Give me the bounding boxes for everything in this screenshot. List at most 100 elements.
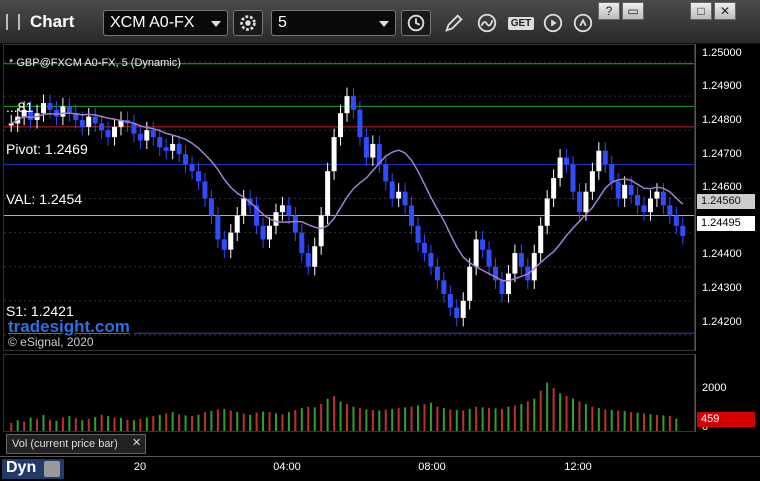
candle-body <box>305 253 311 267</box>
volume-bar <box>623 411 626 431</box>
candle-body <box>131 123 137 134</box>
candle-body <box>596 150 602 172</box>
volume-bar <box>100 414 103 431</box>
get-button[interactable]: GET <box>505 10 537 36</box>
volume-pane[interactable] <box>3 354 695 432</box>
volume-bar <box>513 405 516 431</box>
volume-bar <box>48 419 51 431</box>
close-icon[interactable]: ✕ <box>132 436 144 449</box>
volume-bar <box>81 420 84 431</box>
volume-bar <box>417 405 420 431</box>
candle-body <box>570 164 576 192</box>
play-button[interactable] <box>538 10 568 36</box>
symbol-combo[interactable]: XCM A0-FX <box>103 10 228 36</box>
candle-body <box>157 137 163 148</box>
candle-body <box>363 137 369 158</box>
candle-body <box>241 198 247 216</box>
volume-axis[interactable]: 2000 0 459 <box>695 354 757 433</box>
help-window-button[interactable]: ? <box>598 2 620 20</box>
candle-body <box>183 154 189 165</box>
toolbar-grip-icon[interactable] <box>6 14 20 30</box>
volume-study-label[interactable]: Vol (current price bar) <box>6 434 146 454</box>
help-button[interactable] <box>568 10 598 36</box>
candle-body <box>512 253 518 274</box>
price-tick: 1.25000 <box>702 47 742 59</box>
close-window-button[interactable]: ✕ <box>714 2 736 20</box>
volume-bar <box>397 408 400 431</box>
interval-combo[interactable]: 5 <box>271 10 396 36</box>
volume-bar <box>404 407 407 431</box>
draw-button[interactable] <box>439 10 469 36</box>
volume-bar <box>55 420 58 431</box>
volume-bar <box>74 418 77 431</box>
price-tag-upper: 1.24560 <box>697 194 755 209</box>
candle-body <box>79 120 85 127</box>
candle-body <box>583 191 589 213</box>
candle-body <box>518 253 524 267</box>
price-tick: 1.24700 <box>702 148 742 160</box>
settings-button[interactable] <box>233 10 263 36</box>
volume-bar <box>565 396 568 431</box>
volume-bar <box>152 416 155 431</box>
volume-bar <box>294 410 297 431</box>
get-icon: GET <box>507 16 535 30</box>
volume-bar <box>203 412 206 431</box>
volume-bar <box>178 414 181 431</box>
candle-body <box>137 133 143 141</box>
studies-button[interactable] <box>472 10 502 36</box>
toolbar: Chart XCM A0-FX 5 GET ? ▭ □ ✕ <box>0 0 760 44</box>
brand-link[interactable]: tradesight.com <box>8 317 130 337</box>
volume-bar <box>287 412 290 431</box>
volume-bar <box>300 408 303 431</box>
volume-bar <box>617 410 620 431</box>
candle-body <box>396 191 402 199</box>
volume-bar <box>655 414 658 431</box>
time-button[interactable] <box>401 10 431 36</box>
price-tick: 1.24400 <box>702 248 742 260</box>
volume-bar <box>229 410 232 431</box>
volume-bar <box>507 406 510 431</box>
time-axis[interactable]: 20 04:00 08:00 12:00 <box>0 456 760 481</box>
copyright: © eSignal, 2020 <box>8 335 94 349</box>
candle-body <box>60 106 66 117</box>
price-axis[interactable]: 1.25000 1.24900 1.24800 1.24700 1.24600 … <box>695 44 757 351</box>
candle-body <box>228 232 234 250</box>
volume-bar <box>268 412 271 431</box>
candle-body <box>286 205 292 216</box>
volume-bar <box>358 408 361 431</box>
candle-body <box>318 215 324 247</box>
volume-bar <box>320 404 323 431</box>
candle-body <box>409 205 415 226</box>
candle-body <box>441 280 447 295</box>
volume-bar <box>145 417 148 431</box>
candle-body <box>350 96 356 110</box>
maximize-window-button[interactable]: □ <box>690 2 712 20</box>
volume-bar <box>546 382 549 431</box>
volume-bar <box>436 406 439 431</box>
candle-body <box>325 171 331 216</box>
candle-body <box>673 215 679 226</box>
volume-bar <box>610 410 613 431</box>
moving-average-line <box>10 112 684 282</box>
volume-bar <box>391 408 394 431</box>
candle-body <box>589 171 595 192</box>
restore-window-button[interactable]: ▭ <box>622 2 644 20</box>
price-tick: 1.24600 <box>702 181 742 193</box>
candle-body <box>538 225 544 254</box>
candle-body <box>208 198 214 216</box>
candle-body <box>312 246 318 267</box>
volume-bar <box>584 404 587 431</box>
link-icon[interactable] <box>44 461 60 477</box>
candle-body <box>667 205 673 216</box>
volume-bar <box>313 407 316 431</box>
candle-body <box>112 126 118 138</box>
volume-bar <box>16 420 19 431</box>
volume-bar <box>242 413 245 431</box>
time-tick: 12:00 <box>564 461 592 473</box>
price-chart-pane[interactable]: * GBP@FXCM A0-FX, 5 (Dynamic) ...81 Pivo… <box>3 44 695 351</box>
candle-body <box>454 307 460 318</box>
volume-bar <box>333 396 336 431</box>
candle-body <box>421 242 427 254</box>
volume-bar <box>578 401 581 431</box>
volume-bar <box>552 387 555 431</box>
